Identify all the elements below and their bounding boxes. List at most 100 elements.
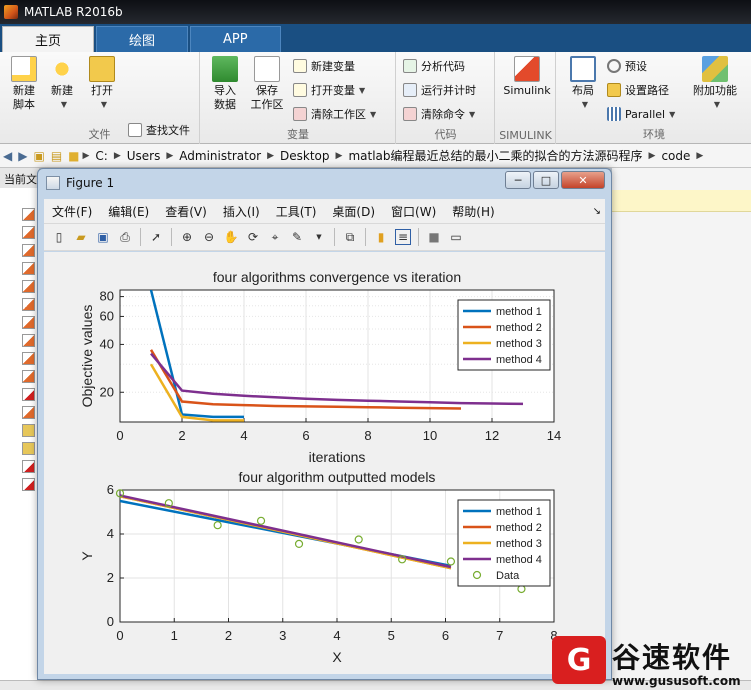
new-label: 新建 [51,84,73,97]
open-button[interactable]: 打开 ▼ [80,56,124,128]
layout-dropdown-icon[interactable]: ▼ [565,98,605,112]
command-window-area[interactable] [612,168,751,690]
show-plot-tools-icon[interactable]: ▭ [448,229,464,245]
fig-file-icon[interactable] [22,442,35,455]
new-dropdown-icon[interactable]: ▼ [44,98,84,112]
new-plus-icon [49,56,75,82]
m-file-icon[interactable] [22,208,35,221]
menu-desktop[interactable]: 桌面(D) [332,203,375,220]
menu-overflow-icon[interactable]: ↘ [593,206,601,217]
save-workspace-button[interactable]: 保存 工作区 [245,56,289,128]
y-tick-label: 0 [107,614,114,629]
legend-icon[interactable]: ≡ [395,229,411,245]
clear-workspace-dropdown-icon[interactable]: ▼ [370,110,376,119]
brush-dropdown-icon[interactable]: ▼ [311,229,327,245]
tab-home[interactable]: 主页 [2,26,95,52]
simulink-button[interactable]: Simulink [502,56,552,128]
forward-arrow-icon[interactable]: ▶ [18,149,27,163]
clear-workspace-button[interactable]: 清除工作区 ▼ [293,104,376,124]
breadcrumb-item[interactable]: matlab编程最近总结的最小二乘的拟合的方法源码程序 [348,147,642,164]
m-file-icon[interactable] [22,370,35,383]
fig-file-icon[interactable] [22,424,35,437]
brush-icon[interactable]: ✎ [289,229,305,245]
pdf-file-icon[interactable] [22,460,35,473]
data-cursor-icon[interactable]: ⌖ [267,229,283,245]
set-path-button[interactable]: 设置路径 [607,80,669,100]
back-arrow-icon[interactable]: ◀ [3,149,12,163]
zoom-out-icon[interactable]: ⊖ [201,229,217,245]
pdf-file-icon[interactable] [22,388,35,401]
menu-help[interactable]: 帮助(H) [452,203,494,220]
rotate-3d-icon[interactable]: ⟳ [245,229,261,245]
addons-button[interactable]: 附加功能 ▼ [687,56,743,128]
colorbar-icon[interactable]: ▮ [373,229,389,245]
open-variable-button[interactable]: 打开变量 ▼ [293,80,365,100]
close-button[interactable]: ✕ [561,171,605,189]
breadcrumb-item[interactable]: C: [95,149,107,163]
breadcrumb-item[interactable]: code [661,149,690,163]
maximize-button[interactable]: □ [533,171,559,189]
menu-insert[interactable]: 插入(I) [223,203,260,220]
open-variable-dropdown-icon[interactable]: ▼ [359,86,365,95]
run-and-time-button[interactable]: 运行并计时 [403,80,476,100]
pan-hand-icon[interactable]: ✋ [223,229,239,245]
new-button[interactable]: 新建 ▼ [40,56,84,128]
breadcrumb-item[interactable]: Users [127,149,161,163]
hide-plot-tools-icon[interactable]: ■ [426,229,442,245]
y-tick-label: 4 [107,526,114,541]
save-icon[interactable]: ▣ [95,229,111,245]
open-dropdown-icon[interactable]: ▼ [84,98,124,112]
pdf-file-icon[interactable] [22,478,35,491]
figure-menubar: 文件(F) 编辑(E) 查看(V) 插入(I) 工具(T) 桌面(D) 窗口(W… [44,199,605,223]
tab-apps[interactable]: APP [190,26,281,52]
import-data-button[interactable]: 导入 数据 [203,56,247,128]
addons-dropdown-icon[interactable]: ▼ [691,98,743,112]
parallel-dropdown-icon[interactable]: ▼ [669,110,675,119]
layout-button[interactable]: 布局 ▼ [561,56,605,128]
clear-commands-button[interactable]: 清除命令 ▼ [403,104,475,124]
m-file-icon[interactable] [22,406,35,419]
menu-edit[interactable]: 编辑(E) [108,203,149,220]
toolbar-separator [140,228,141,246]
preferences-button[interactable]: 预设 [607,56,647,76]
m-file-icon[interactable] [22,334,35,347]
parallel-label: Parallel [625,107,666,121]
figure-title: Figure 1 [66,176,115,190]
new-figure-icon[interactable]: ▯ [51,229,67,245]
legend-label: method 1 [496,306,542,318]
m-file-icon[interactable] [22,262,35,275]
link-plot-icon[interactable]: ⧉ [342,229,358,245]
tab-plots[interactable]: 绘图 [96,26,189,52]
up-folder-icon[interactable]: ▣ [33,149,44,163]
y-tick-label: 40 [100,336,114,351]
toolbar-separator [334,228,335,246]
print-icon[interactable]: ⎙ [117,229,133,245]
ribbon-group-simulink: Simulink SIMULINK [496,52,556,144]
figure-title-bar[interactable]: Figure 1 ─ □ ✕ [38,169,611,197]
m-file-icon[interactable] [22,316,35,329]
m-file-icon[interactable] [22,298,35,311]
m-file-icon[interactable] [22,244,35,257]
new-variable-label: 新建变量 [311,60,355,73]
browse-folder-icon[interactable]: ▤ [51,149,62,163]
menu-window[interactable]: 窗口(W) [391,203,436,220]
clear-commands-dropdown-icon[interactable]: ▼ [469,110,475,119]
new-variable-button[interactable]: 新建变量 [293,56,355,76]
import-data-label: 导入 数据 [214,84,236,111]
m-file-icon[interactable] [22,280,35,293]
minimize-button[interactable]: ─ [505,171,531,189]
m-file-icon[interactable] [22,352,35,365]
breadcrumb-item[interactable]: Desktop [280,149,330,163]
zoom-in-icon[interactable]: ⊕ [179,229,195,245]
analyze-code-button[interactable]: 分析代码 [403,56,465,76]
menu-tools[interactable]: 工具(T) [276,203,317,220]
menu-view[interactable]: 查看(V) [165,203,207,220]
breadcrumb-item[interactable]: Administrator [179,149,261,163]
toolbar-separator [365,228,366,246]
menu-file[interactable]: 文件(F) [52,203,92,220]
open-file-icon[interactable]: ▰ [73,229,89,245]
parallel-button[interactable]: Parallel ▼ [607,104,675,124]
m-file-icon[interactable] [22,226,35,239]
toolbar-separator [418,228,419,246]
pointer-icon[interactable]: ➚ [148,229,164,245]
